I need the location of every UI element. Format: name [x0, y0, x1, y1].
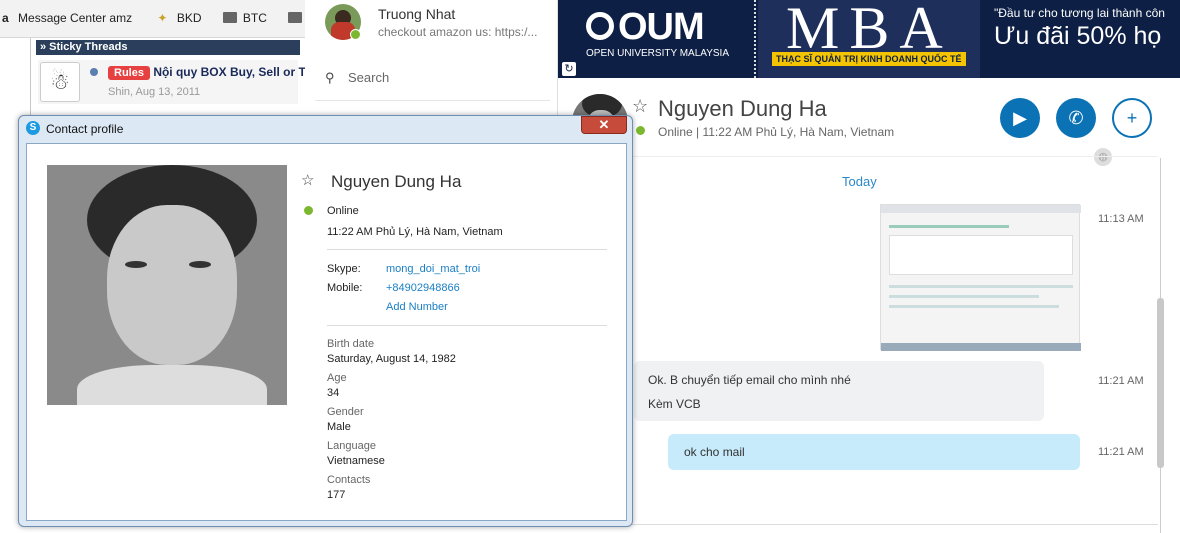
message-time: 11:21 AM — [1098, 446, 1144, 458]
message-line: Ok. B chuyển tiếp email cho mình nhé — [648, 373, 851, 387]
age-label: Age — [327, 372, 347, 384]
ad-banner[interactable]: OUM OPEN UNIVERSITY MALAYSIA MBA THẠC SĨ… — [558, 0, 1180, 78]
bookmarks-bar: a Message Center amz ✦ BKD BTC MM — [0, 0, 305, 38]
favorite-star-icon[interactable]: ☆ — [301, 171, 314, 189]
search-input[interactable]: Search — [348, 70, 389, 85]
thread-title[interactable]: Nội quy BOX Buy, Sell or T — [153, 65, 305, 79]
incoming-message[interactable]: Ok. B chuyển tiếp email cho mình nhé Kèm… — [634, 361, 1044, 421]
bookmark-bkd[interactable]: BKD — [177, 11, 202, 25]
skype-icon: S — [26, 121, 40, 135]
bookmark-message-center[interactable]: Message Center amz — [18, 11, 132, 25]
thread-status-icon — [90, 68, 98, 76]
age-value: 34 — [327, 387, 340, 399]
folder-icon — [288, 12, 303, 23]
profile-status: Online — [327, 205, 359, 217]
skype-label: Skype: — [327, 263, 361, 275]
contacts-label: Contacts — [327, 474, 371, 486]
conversation-status: Online | 11:22 AM Phủ Lý, Hà Nam, Vietna… — [658, 125, 895, 139]
thread-avatar: ☃ — [40, 62, 80, 102]
audio-call-button[interactable]: ✆ — [1056, 98, 1096, 138]
video-call-button[interactable]: ▶ — [1000, 98, 1040, 138]
language-label: Language — [327, 440, 376, 452]
message-time: 11:13 AM — [1098, 213, 1144, 225]
image-attachment[interactable] — [880, 204, 1081, 351]
birth-date-label: Birth date — [327, 338, 375, 350]
contact-profile-window: S Contact profile ✕ ☆ Nguyen Dung Ha Onl… — [18, 115, 633, 527]
window-title: Contact profile — [46, 122, 124, 136]
online-status-icon — [635, 125, 646, 136]
contacts-value: 177 — [327, 489, 346, 501]
favorite-star-icon[interactable]: ☆ — [632, 96, 648, 117]
skype-name-link[interactable]: mong_doi_mat_troi — [386, 263, 480, 275]
oum-logo: OUM — [618, 6, 705, 48]
bookmark-btc[interactable]: BTC — [243, 11, 267, 25]
add-person-icon: + — [1126, 108, 1138, 128]
refresh-icon[interactable]: ↻ — [562, 62, 576, 76]
online-status-icon — [303, 205, 314, 216]
video-camera-icon: ▶ — [1013, 108, 1027, 128]
banner-tagline: "Đầu tư cho tương lai thành côn — [994, 6, 1165, 20]
skype-contacts-pane: Truong Nhat checkout amazon us: https:/.… — [305, 0, 558, 118]
conversation-title: Nguyen Dung Ha — [658, 96, 827, 121]
mobile-number-link[interactable]: +84902948866 — [386, 282, 460, 294]
program-subtitle: THẠC SĨ QUẢN TRỊ KINH DOANH QUỐC TẾ — [772, 52, 966, 66]
profile-location: 11:22 AM Phủ Lý, Hà Nam, Vietnam — [327, 226, 503, 238]
amazon-icon[interactable]: a — [2, 11, 9, 25]
outgoing-message[interactable]: ok cho mail — [668, 434, 1080, 470]
oum-logo-icon — [586, 12, 614, 40]
day-separator: Today — [842, 174, 877, 189]
birth-date-value: Saturday, August 14, 1982 — [327, 353, 456, 365]
profile-photo — [47, 165, 287, 405]
message-line: Kèm VCB — [648, 397, 701, 411]
thread-meta: Shin, Aug 13, 2011 — [108, 86, 201, 98]
close-icon: ✕ — [598, 117, 610, 132]
sticky-threads-header: » Sticky Threads — [36, 40, 300, 55]
message-time: 11:21 AM — [1098, 375, 1144, 387]
search-icon: ⚲ — [325, 70, 335, 85]
gender-value: Male — [327, 421, 351, 433]
profile-content: ☆ Nguyen Dung Ha Online 11:22 AM Phủ Lý,… — [26, 143, 627, 521]
profile-name: Nguyen Dung Ha — [331, 172, 462, 191]
thread-row[interactable]: ☃ Rules Nội quy BOX Buy, Sell or T Shin,… — [38, 60, 306, 104]
add-people-button[interactable]: + — [1112, 98, 1152, 138]
bkd-icon: ✦ — [157, 11, 168, 25]
phone-icon: ✆ — [1068, 108, 1084, 128]
contact-mood: checkout amazon us: https:/... — [378, 25, 538, 39]
globe-icon: ◍ — [1094, 148, 1112, 166]
scrollbar-thumb[interactable] — [1157, 298, 1164, 468]
online-status-icon — [350, 29, 361, 40]
folder-icon — [222, 12, 237, 23]
conversation-pane: ☆ Nguyen Dung Ha Online | 11:22 AM Phủ L… — [558, 78, 1180, 533]
gender-label: Gender — [327, 406, 364, 418]
language-value: Vietnamese — [327, 455, 385, 467]
message-text: ok cho mail — [684, 445, 745, 459]
mobile-label: Mobile: — [327, 282, 363, 294]
university-name: OPEN UNIVERSITY MALAYSIA — [586, 48, 730, 59]
close-button[interactable]: ✕ — [581, 116, 627, 134]
add-number-link[interactable]: Add Number — [386, 301, 448, 313]
contact-name[interactable]: Truong Nhat — [378, 6, 455, 22]
banner-offer: Ưu đãi 50% họ — [994, 22, 1162, 50]
rules-badge: Rules — [108, 66, 150, 80]
